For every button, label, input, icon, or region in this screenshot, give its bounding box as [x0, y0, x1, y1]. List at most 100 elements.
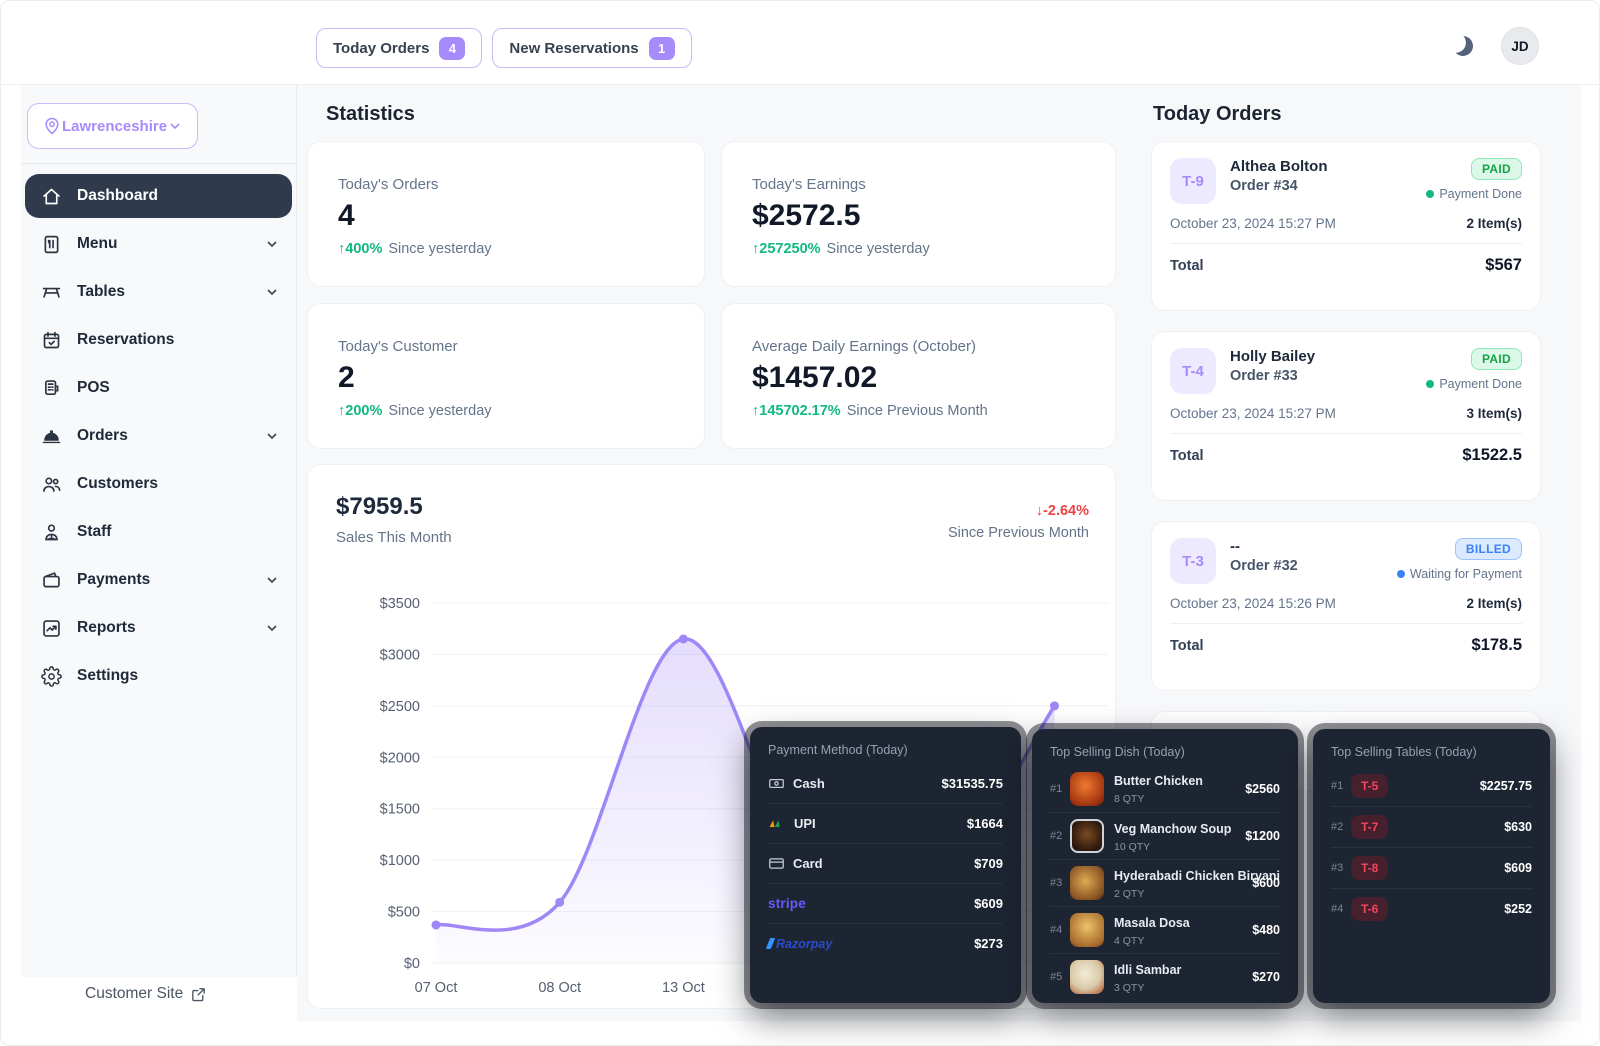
topbar-quick-actions: Today Orders 4 New Reservations 1: [316, 28, 692, 68]
dish-rank: #3: [1050, 877, 1070, 889]
payment-amount: $31535.75: [942, 776, 1003, 791]
stat-caption: Since yesterday: [388, 403, 491, 419]
topbar: Today Orders 4 New Reservations 1 JD: [1, 1, 1600, 85]
restaurant-dashboard: Today Orders 4 New Reservations 1 JD Law…: [0, 0, 1600, 1046]
order-card[interactable]: T-9 Althea Bolton Order #34 PAID Payment…: [1151, 141, 1541, 311]
order-number: Order #32: [1230, 558, 1298, 574]
total-label: Total: [1170, 258, 1204, 274]
sidebar-item-pos[interactable]: POS: [25, 366, 292, 410]
sidebar-item-reports[interactable]: Reports: [25, 606, 292, 650]
dish-row: #4 Masala Dosa4 QTY $480: [1050, 906, 1280, 953]
sidebar-item-dashboard[interactable]: Dashboard: [25, 174, 292, 218]
stat-delta: ↑257250%: [752, 241, 821, 257]
sidebar-divider: [21, 163, 296, 164]
table-badge: T-4: [1170, 348, 1216, 394]
sidebar-item-label: Payments: [77, 571, 150, 589]
sidebar-item-orders[interactable]: Orders: [25, 414, 292, 458]
sidebar-item-payments[interactable]: Payments: [25, 558, 292, 602]
table-rank: #1: [1331, 780, 1351, 792]
payment-row: UPI $1664: [768, 803, 1003, 843]
panel-title: Top Selling Dish (Today): [1050, 745, 1280, 759]
new-reservations-button[interactable]: New Reservations 1: [492, 28, 691, 68]
dish-name: Idli Sambar: [1114, 963, 1181, 977]
order-number: Order #33: [1230, 368, 1315, 384]
table-row: #4 T-6 $252: [1331, 888, 1532, 929]
chevron-down-icon: [264, 236, 280, 252]
dark-mode-toggle[interactable]: [1453, 33, 1479, 59]
dish-row: #2 Veg Manchow Soup10 QTY $1200: [1050, 812, 1280, 859]
order-total: $567: [1485, 256, 1522, 275]
table-amount: $630: [1504, 820, 1532, 834]
stat-card-todays-customer: Today's Customer 2 ↑200%Since yesterday: [307, 303, 705, 449]
table-rank: #2: [1331, 821, 1351, 833]
razorpay-bolt-icon: [766, 938, 775, 949]
chevron-down-icon: [264, 572, 280, 588]
sidebar-item-customers[interactable]: Customers: [25, 462, 292, 506]
payment-row: Cash $31535.75: [768, 763, 1003, 803]
wallet-icon: [39, 570, 63, 591]
order-items-count: 3 Item(s): [1466, 406, 1522, 421]
table-badge: T-9: [1170, 158, 1216, 204]
new-reservations-count-badge: 1: [649, 37, 675, 60]
dish-row: #1 Butter Chicken8 QTY $2560: [1050, 765, 1280, 812]
table-icon: [39, 282, 63, 303]
order-items-count: 2 Item(s): [1466, 596, 1522, 611]
svg-text:$3500: $3500: [380, 596, 420, 612]
sidebar-item-label: Staff: [77, 523, 111, 541]
pos-terminal-icon: [39, 378, 63, 399]
top-selling-tables-panel: Top Selling Tables (Today) #1 T-5 $2257.…: [1313, 729, 1550, 1003]
main-content: Statistics Today's Orders 4 ↑400%Since y…: [297, 85, 1581, 1021]
order-card[interactable]: T-3 -- Order #32 BILLED Waiting for Paym…: [1151, 521, 1541, 691]
sales-delta-caption: Since Previous Month: [948, 525, 1089, 541]
chevron-down-icon: [264, 620, 280, 636]
customer-name: Holly Bailey: [1230, 348, 1315, 365]
statistics-heading: Statistics: [326, 103, 415, 126]
sidebar-item-menu[interactable]: Menu: [25, 222, 292, 266]
order-datetime: October 23, 2024 15:26 PM: [1170, 596, 1336, 611]
status-caption: Payment Done: [1439, 377, 1522, 391]
sidebar-item-staff[interactable]: Staff: [25, 510, 292, 554]
dish-name: Masala Dosa: [1114, 916, 1190, 930]
home-icon: [39, 186, 63, 207]
order-total: $1522.5: [1462, 446, 1522, 465]
sales-total: $7959.5: [336, 493, 423, 521]
table-amount: $2257.75: [1480, 779, 1532, 793]
stat-title: Today's Earnings: [752, 176, 1085, 193]
sidebar-item-label: Reports: [77, 619, 136, 637]
payment-amount: $273: [974, 936, 1003, 951]
sidebar-item-tables[interactable]: Tables: [25, 270, 292, 314]
today-orders-button[interactable]: Today Orders 4: [316, 28, 482, 68]
payment-method-label: Cash: [793, 776, 825, 791]
table-rank: #4: [1331, 903, 1351, 915]
dish-rank: #2: [1050, 830, 1070, 842]
menu-board-icon: [39, 234, 63, 255]
upi-icon: [768, 818, 786, 830]
customer-site-link[interactable]: Customer Site: [85, 985, 207, 1003]
dish-price: $270: [1252, 970, 1280, 984]
sidebar-item-settings[interactable]: Settings: [25, 654, 292, 698]
payment-row: stripe $609: [768, 883, 1003, 923]
table-row: #3 T-8 $609: [1331, 847, 1532, 888]
avatar[interactable]: JD: [1501, 27, 1539, 65]
order-items-count: 2 Item(s): [1466, 216, 1522, 231]
card-icon: [768, 855, 785, 872]
calendar-check-icon: [39, 330, 63, 351]
dish-row: #5 Idli Sambar3 QTY $270: [1050, 953, 1280, 1000]
cash-icon: [768, 775, 785, 792]
svg-text:$0: $0: [404, 956, 420, 972]
dish-photo: [1070, 960, 1104, 994]
stat-card-average-daily-earnings: Average Daily Earnings (October) $1457.0…: [721, 303, 1116, 449]
dish-qty: 2 QTY: [1114, 888, 1244, 900]
location-selector[interactable]: Lawrenceshire: [27, 103, 198, 149]
svg-text:08 Oct: 08 Oct: [538, 980, 581, 996]
moon-icon: [1451, 34, 1475, 58]
svg-text:$2500: $2500: [380, 699, 420, 715]
payment-method-label: Card: [793, 856, 823, 871]
table-amount: $252: [1504, 902, 1532, 916]
sidebar-item-label: Dashboard: [77, 187, 158, 205]
sidebar-item-reservations[interactable]: Reservations: [25, 318, 292, 362]
razorpay-wordmark: Razorpay: [768, 937, 832, 951]
order-card[interactable]: T-4 Holly Bailey Order #33 PAID Payment …: [1151, 331, 1541, 501]
new-reservations-label: New Reservations: [509, 40, 638, 57]
svg-text:$3000: $3000: [380, 647, 420, 663]
